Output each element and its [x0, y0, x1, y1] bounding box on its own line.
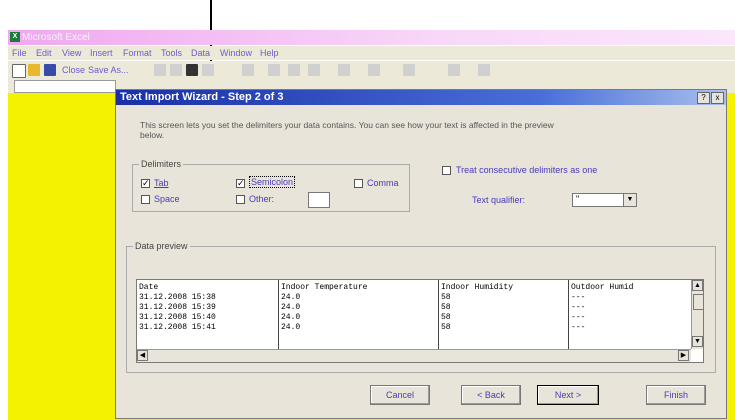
other-checkbox[interactable]: [236, 195, 245, 204]
app-titlebar: X Microsoft Excel: [8, 30, 735, 45]
menu-tools[interactable]: Tools: [161, 48, 182, 58]
sort-icon[interactable]: [448, 64, 460, 76]
menu-data[interactable]: Data: [191, 48, 210, 58]
chart-icon[interactable]: [478, 64, 490, 76]
back-button[interactable]: < Back: [461, 385, 521, 405]
menu-window[interactable]: Window: [220, 48, 252, 58]
dialog-intro-text: This screen lets you set the delimiters …: [140, 120, 554, 140]
qualifier-select[interactable]: " ▼: [572, 193, 637, 207]
save-icon[interactable]: [44, 64, 56, 76]
next-button[interactable]: Next >: [537, 385, 599, 405]
cancel-button[interactable]: Cancel: [370, 385, 430, 405]
other-label: Other:: [249, 194, 275, 204]
comma-label: Comma: [367, 178, 399, 188]
open-icon[interactable]: [28, 64, 40, 76]
space-checkbox[interactable]: [141, 195, 150, 204]
data-preview-label: Data preview: [133, 241, 190, 251]
consecutive-checkbox[interactable]: [442, 166, 451, 175]
chevron-down-icon[interactable]: ▼: [623, 194, 636, 206]
vertical-scrollbar[interactable]: ▲ ▼: [691, 280, 703, 349]
delimiters-label: Delimiters: [139, 159, 184, 169]
preview-column: Indoor Temperature 24.0 24.0 24.0 24.0: [279, 280, 439, 349]
scroll-down-icon[interactable]: ▼: [692, 336, 703, 347]
delimiters-group: Delimiters: [132, 159, 410, 212]
excel-icon: X: [10, 32, 20, 42]
preview-column: Date 31.12.2008 15:38 31.12.2008 15:39 3…: [137, 280, 279, 349]
preview-icon[interactable]: [170, 64, 182, 76]
dialog-title: Text Import Wizard - Step 2 of 3: [120, 91, 284, 103]
finish-button[interactable]: Finish: [646, 385, 706, 405]
undo-icon[interactable]: [338, 64, 350, 76]
menu-view[interactable]: View: [62, 48, 81, 58]
semicolon-checkbox[interactable]: ✓: [236, 179, 245, 188]
close-button[interactable]: Close: [62, 65, 85, 75]
preview-column: Outdoor Humid --- --- --- ---: [571, 283, 634, 332]
space-label: Space: [154, 194, 180, 204]
app-title: Microsoft Excel: [22, 32, 90, 43]
scroll-thumb[interactable]: [693, 294, 703, 310]
scroll-up-icon[interactable]: ▲: [692, 280, 703, 291]
other-delimiter-input[interactable]: [308, 192, 330, 208]
menubar: File Edit View Insert Format Tools Data …: [8, 46, 735, 60]
tab-checkbox[interactable]: ✓: [141, 179, 150, 188]
new-icon[interactable]: [12, 64, 26, 78]
menu-format[interactable]: Format: [123, 48, 152, 58]
qualifier-label: Text qualifier:: [472, 195, 526, 205]
horizontal-scrollbar[interactable]: ◀ ▶: [137, 349, 691, 362]
help-button[interactable]: ?: [697, 92, 710, 104]
data-preview-table[interactable]: Date 31.12.2008 15:38 31.12.2008 15:39 3…: [136, 279, 704, 363]
print-icon[interactable]: [154, 64, 166, 76]
name-box[interactable]: [14, 80, 116, 93]
binoculars-icon[interactable]: [186, 64, 198, 76]
scroll-right-icon[interactable]: ▶: [678, 350, 689, 361]
qualifier-value: ": [576, 194, 580, 204]
dialog-titlebar: Text Import Wizard - Step 2 of 3 ? x: [116, 90, 726, 105]
menu-help[interactable]: Help: [260, 48, 279, 58]
format-painter-icon[interactable]: [308, 64, 320, 76]
text-import-wizard-dialog: Text Import Wizard - Step 2 of 3 ? x Thi…: [115, 89, 727, 419]
cut-icon[interactable]: [268, 64, 280, 76]
menu-file[interactable]: File: [12, 48, 27, 58]
consecutive-label: Treat consecutive delimiters as one: [456, 165, 598, 175]
paste-icon[interactable]: [288, 64, 300, 76]
format-icon[interactable]: [242, 64, 254, 76]
close-dialog-button[interactable]: x: [711, 92, 724, 104]
redo-icon[interactable]: [368, 64, 380, 76]
preview-column: Indoor Humidity 58 58 58 58: [439, 280, 569, 349]
scroll-left-icon[interactable]: ◀: [137, 350, 148, 361]
saveas-button[interactable]: Save As...: [88, 65, 129, 75]
toolbar: Close Save As...: [8, 61, 735, 79]
comma-checkbox[interactable]: [354, 179, 363, 188]
menu-insert[interactable]: Insert: [90, 48, 113, 58]
menu-edit[interactable]: Edit: [36, 48, 52, 58]
semicolon-label: Semicolon: [249, 176, 296, 188]
tab-label: Tab: [154, 178, 169, 188]
copy-icon[interactable]: [202, 64, 214, 76]
insert-icon[interactable]: [403, 64, 415, 76]
